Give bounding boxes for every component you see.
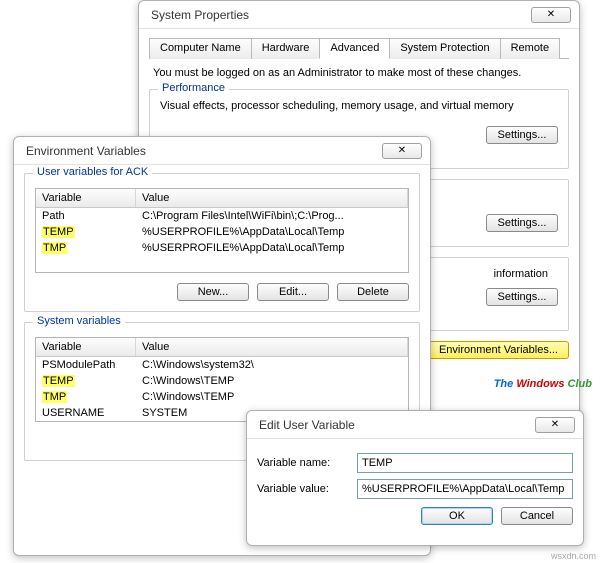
- system-variables-legend: System variables: [33, 315, 125, 327]
- user-edit-button[interactable]: Edit...: [257, 283, 329, 301]
- edituser-titlebar[interactable]: Edit User Variable ✕: [247, 411, 583, 439]
- close-icon[interactable]: ✕: [382, 143, 422, 159]
- admin-note: You must be logged on as an Administrato…: [153, 67, 569, 79]
- sysprops-titlebar[interactable]: System Properties ✕: [139, 1, 579, 29]
- table-row[interactable]: Path C:\Program Files\Intel\WiFi\bin\;C:…: [36, 208, 408, 224]
- table-row[interactable]: TMP %USERPROFILE%\AppData\Local\Temp: [36, 240, 408, 256]
- var-name: Path: [42, 210, 65, 222]
- performance-desc: Visual effects, processor scheduling, me…: [160, 100, 558, 112]
- sysprops-title: System Properties: [151, 8, 249, 22]
- column-header-value[interactable]: Value: [136, 338, 408, 356]
- var-name: TMP: [42, 391, 67, 403]
- var-value: C:\Program Files\Intel\WiFi\bin\;C:\Prog…: [142, 210, 344, 222]
- watermark: wsxdn.com: [551, 551, 596, 561]
- var-value: C:\Windows\TEMP: [142, 375, 234, 387]
- user-variables-legend: User variables for ACK: [33, 166, 152, 178]
- variable-name-input[interactable]: [357, 453, 573, 473]
- table-row[interactable]: PSModulePath C:\Windows\system32\: [36, 357, 408, 373]
- column-header-variable[interactable]: Variable: [36, 338, 136, 356]
- column-header-variable[interactable]: Variable: [36, 189, 136, 207]
- close-icon[interactable]: ✕: [535, 417, 575, 433]
- user-delete-button[interactable]: Delete: [337, 283, 409, 301]
- envvars-title: Environment Variables: [26, 144, 146, 158]
- variable-name-label: Variable name:: [257, 457, 347, 469]
- var-value: %USERPROFILE%\AppData\Local\Temp: [142, 242, 344, 254]
- var-name: PSModulePath: [42, 359, 115, 371]
- var-value: C:\Windows\system32\: [142, 359, 254, 371]
- profiles-settings-button[interactable]: Settings...: [486, 214, 558, 232]
- user-variables-group: User variables for ACK Variable Value Pa…: [24, 173, 420, 312]
- edit-user-variable-dialog: Edit User Variable ✕ Variable name: Vari…: [246, 410, 584, 546]
- table-row[interactable]: TEMP %USERPROFILE%\AppData\Local\Temp: [36, 224, 408, 240]
- column-header-value[interactable]: Value: [136, 189, 408, 207]
- tab-hardware[interactable]: Hardware: [251, 38, 321, 59]
- var-value: %USERPROFILE%\AppData\Local\Temp: [142, 226, 344, 238]
- tab-computer-name[interactable]: Computer Name: [149, 38, 252, 59]
- user-new-button[interactable]: New...: [177, 283, 249, 301]
- close-icon[interactable]: ✕: [531, 7, 571, 23]
- var-name: USERNAME: [42, 407, 104, 419]
- startup-settings-button[interactable]: Settings...: [486, 288, 558, 306]
- var-value: C:\Windows\TEMP: [142, 391, 234, 403]
- environment-variables-button[interactable]: Environment Variables...: [428, 341, 569, 359]
- tab-system-protection[interactable]: System Protection: [389, 38, 500, 59]
- edituser-title: Edit User Variable: [259, 418, 355, 432]
- tab-advanced[interactable]: Advanced: [319, 38, 390, 59]
- performance-legend: Performance: [158, 82, 229, 94]
- envvars-titlebar[interactable]: Environment Variables ✕: [14, 137, 430, 165]
- cancel-button[interactable]: Cancel: [501, 507, 573, 525]
- user-variables-table[interactable]: Variable Value Path C:\Program Files\Int…: [35, 188, 409, 273]
- tab-remote[interactable]: Remote: [500, 38, 561, 59]
- var-name: TEMP: [42, 226, 75, 238]
- var-name: TMP: [42, 242, 67, 254]
- table-row[interactable]: TEMP C:\Windows\TEMP: [36, 373, 408, 389]
- sysprops-tabs: Computer Name Hardware Advanced System P…: [149, 37, 569, 59]
- windows-club-logo: The Windows Club: [494, 378, 592, 390]
- ok-button[interactable]: OK: [421, 507, 493, 525]
- table-row[interactable]: TMP C:\Windows\TEMP: [36, 389, 408, 405]
- variable-value-input[interactable]: [357, 479, 573, 499]
- variable-value-label: Variable value:: [257, 483, 347, 495]
- performance-settings-button[interactable]: Settings...: [486, 126, 558, 144]
- var-value: SYSTEM: [142, 407, 187, 419]
- var-name: TEMP: [42, 375, 75, 387]
- table-row: [36, 256, 408, 272]
